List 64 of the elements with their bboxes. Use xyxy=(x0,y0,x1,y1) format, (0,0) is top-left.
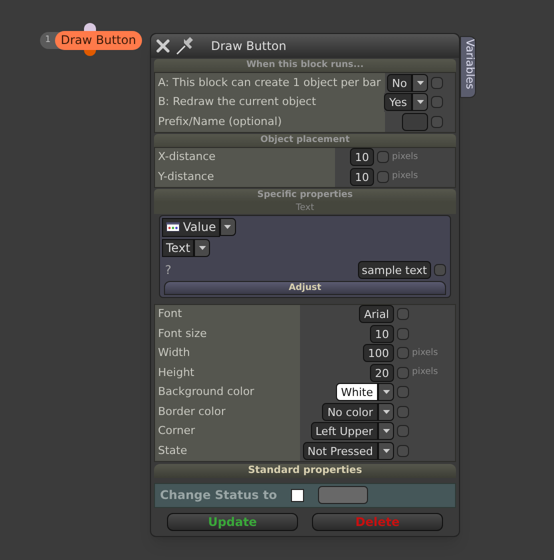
checkbox[interactable] xyxy=(397,347,409,360)
input-field[interactable]: 10 xyxy=(350,148,374,166)
adjust-button[interactable]: Adjust xyxy=(164,280,446,294)
input-field[interactable]: sample text xyxy=(358,260,431,278)
section-subtitle: Text xyxy=(154,202,456,214)
input-field[interactable]: 100 xyxy=(363,344,394,362)
field-label: A: This block can create 1 object per bar xyxy=(158,74,381,90)
section-header: When this block runs... xyxy=(154,59,456,72)
dropdown-value[interactable]: No color xyxy=(322,402,378,421)
value-icon xyxy=(166,222,180,232)
checkbox[interactable] xyxy=(377,170,389,183)
field-label: Width xyxy=(158,345,190,361)
field-label: Prefix/Name (optional) xyxy=(158,114,282,130)
field-label: Corner xyxy=(158,423,196,439)
help-label: ? xyxy=(165,262,172,278)
close-icon[interactable] xyxy=(155,38,171,54)
checkbox[interactable] xyxy=(397,425,409,438)
block-number: 1 xyxy=(45,34,51,47)
input-field[interactable] xyxy=(318,486,368,504)
checkbox[interactable] xyxy=(431,76,443,89)
checkbox[interactable] xyxy=(397,406,409,418)
checkbox[interactable] xyxy=(377,151,389,164)
dropdown-value[interactable]: No xyxy=(387,74,412,92)
dropdown-value[interactable]: White xyxy=(336,383,378,402)
input-field[interactable]: 20 xyxy=(370,364,394,382)
checkbox[interactable] xyxy=(397,366,409,379)
window-title: Draw Button xyxy=(211,38,286,55)
section-header: Specific properties xyxy=(154,188,456,202)
input-field[interactable]: 10 xyxy=(350,168,374,186)
checkbox[interactable] xyxy=(431,96,443,108)
section-header: Standard properties xyxy=(154,464,456,478)
checkbox[interactable] xyxy=(397,308,409,320)
input-connector-icon xyxy=(84,23,96,31)
checkbox[interactable] xyxy=(397,444,409,457)
field-label: Height xyxy=(158,364,194,380)
input-field[interactable]: Arial xyxy=(359,305,394,324)
dropdown-value[interactable]: Yes xyxy=(384,93,412,112)
field-label: Font xyxy=(158,306,182,322)
dropdown-value[interactable]: Text xyxy=(162,238,194,256)
input-field[interactable] xyxy=(402,112,428,131)
input-field[interactable]: 10 xyxy=(370,324,394,343)
field-label: Font size xyxy=(158,326,207,342)
field-label: Change Status to xyxy=(160,487,277,504)
checkbox[interactable] xyxy=(434,264,446,276)
update-button[interactable]: Update xyxy=(167,512,298,530)
dropdown-value[interactable]: Not Pressed xyxy=(302,442,378,460)
field-label: Background color xyxy=(158,384,254,400)
unit-label: pixels xyxy=(412,346,438,360)
field-label: State xyxy=(158,442,188,458)
field-label: B: Redraw the current object xyxy=(158,94,316,110)
checkbox[interactable] xyxy=(290,488,304,502)
unit-label: pixels xyxy=(392,150,418,164)
checkbox[interactable] xyxy=(397,386,409,398)
dropdown-value[interactable]: Left Upper xyxy=(310,422,378,440)
unit-label: pixels xyxy=(412,366,438,379)
output-connector-icon xyxy=(84,50,96,56)
dropdown-value[interactable]: Value xyxy=(162,218,220,236)
unit-label: pixels xyxy=(392,170,418,183)
section-header: Object placement xyxy=(154,134,456,146)
field-label: Border color xyxy=(158,404,226,420)
field-label: Y-distance xyxy=(158,168,214,184)
field-label: X-distance xyxy=(158,149,216,165)
checkbox[interactable] xyxy=(431,116,443,128)
checkbox[interactable] xyxy=(397,328,409,340)
